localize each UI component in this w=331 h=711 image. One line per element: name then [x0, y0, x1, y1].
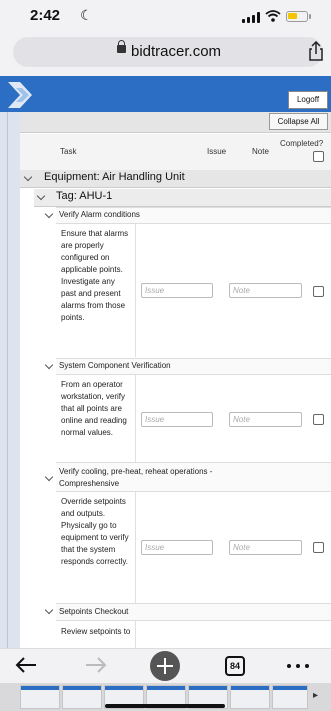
signal-icon — [242, 12, 260, 23]
tab-count-button[interactable]: 84 — [225, 656, 245, 676]
tab-thumbnail[interactable] — [272, 685, 308, 709]
moon-icon: ☾ — [80, 7, 93, 23]
note-input[interactable] — [229, 412, 302, 427]
chevron-right-icon[interactable]: ▸ — [313, 690, 318, 701]
column-task: Task — [60, 147, 77, 156]
left-scroll-bar — [0, 112, 20, 648]
tab-thumbnail[interactable] — [20, 685, 60, 709]
task-title: Setpoints Checkout — [59, 607, 129, 616]
column-completed: Completed? — [280, 139, 324, 148]
back-arrow-icon[interactable] — [14, 655, 38, 675]
completed-checkbox[interactable] — [313, 414, 324, 425]
bidtracer-logo[interactable] — [6, 80, 38, 110]
tag-label: Tag: AHU-1 — [56, 190, 113, 202]
column-note: Note — [252, 147, 269, 156]
more-menu-icon[interactable] — [287, 664, 309, 668]
task-description: Review setpoints to — [61, 627, 131, 636]
share-icon[interactable] — [307, 41, 325, 61]
completed-checkbox[interactable] — [313, 542, 324, 553]
site-header: Logoff — [0, 76, 331, 112]
issue-input[interactable] — [141, 412, 213, 427]
task-description: From an operator workstation, verify tha… — [61, 380, 127, 437]
select-all-checkbox[interactable] — [313, 151, 324, 162]
task-title: Verify Alarm conditions — [59, 210, 140, 219]
address-bar[interactable]: bidtracer.com — [13, 37, 323, 67]
tab-thumbnail[interactable] — [230, 685, 270, 709]
column-issue: Issue — [207, 147, 227, 156]
lock-icon — [117, 40, 126, 53]
issue-input[interactable] — [141, 540, 213, 555]
note-input[interactable] — [229, 540, 302, 555]
equipment-label: Equipment: Air Handling Unit — [44, 171, 185, 183]
wifi-icon — [265, 10, 281, 25]
tab-thumbnail[interactable] — [62, 685, 102, 709]
logoff-button[interactable]: Logoff — [288, 91, 328, 109]
browser-address-area: bidtracer.com — [0, 34, 331, 76]
status-time: 2:42 — [30, 7, 61, 24]
note-input[interactable] — [229, 283, 302, 298]
completed-checkbox[interactable] — [313, 286, 324, 297]
task-title: Verify cooling, pre-heat, reheat operati… — [59, 467, 213, 488]
task-title: System Component Verification — [59, 361, 171, 370]
task-description: Override setpoints and outputs. Physical… — [61, 497, 129, 566]
collapse-all-button[interactable]: Collapse All — [269, 113, 328, 130]
url-text: bidtracer.com — [131, 43, 222, 60]
task-description: Ensure that alarms are properly configur… — [61, 229, 129, 322]
new-tab-button[interactable] — [150, 651, 180, 681]
home-indicator — [105, 704, 225, 708]
battery-icon — [286, 11, 308, 22]
issue-input[interactable] — [141, 283, 213, 298]
forward-arrow-icon[interactable] — [84, 655, 108, 675]
